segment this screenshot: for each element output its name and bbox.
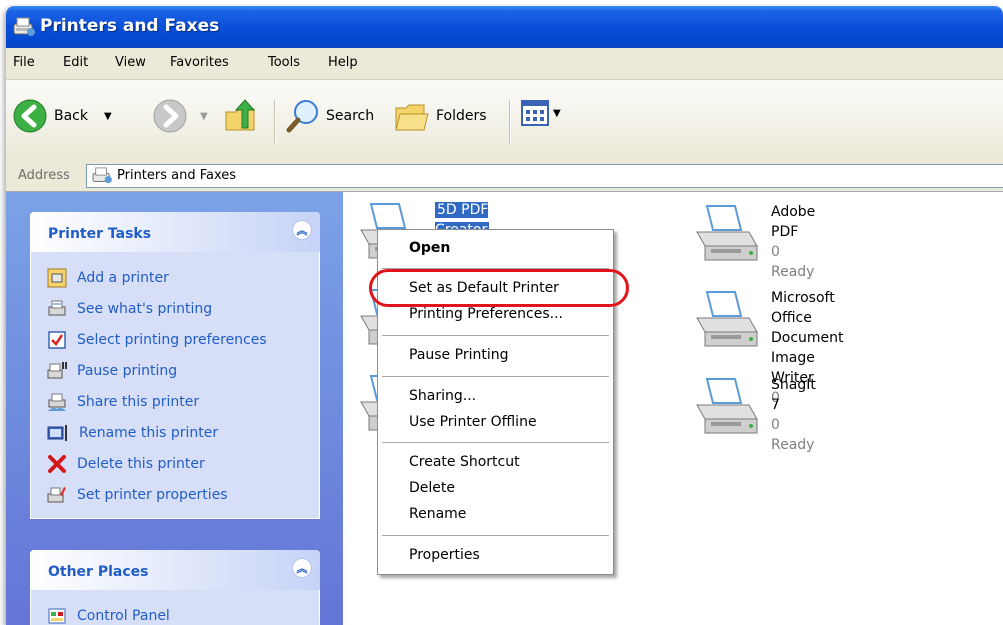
menu-printing-preferences[interactable]: Printing Preferences... bbox=[409, 306, 563, 322]
place-label: Control Panel bbox=[77, 607, 170, 624]
place-control-panel[interactable]: Control Panel bbox=[31, 600, 319, 625]
printer-status: Ready bbox=[771, 437, 815, 453]
printer-icon bbox=[696, 378, 758, 434]
back-arrow-icon bbox=[13, 99, 47, 133]
back-dropdown-icon[interactable]: ▼ bbox=[104, 111, 112, 122]
forward-dropdown-icon[interactable]: ▼ bbox=[200, 111, 208, 122]
printer-tasks-header[interactable]: Printer Tasks ︽ bbox=[30, 212, 320, 252]
task-label: Select printing preferences bbox=[77, 331, 267, 348]
printer-icon bbox=[696, 291, 758, 347]
folders-label: Folders bbox=[436, 108, 487, 124]
other-places-title: Other Places bbox=[48, 564, 149, 580]
menu-separator bbox=[382, 442, 609, 443]
task-label: Add a printer bbox=[77, 269, 169, 286]
highlight-annotation-ring bbox=[369, 269, 629, 307]
views-icon bbox=[521, 100, 549, 126]
back-button[interactable]: Back ▼ bbox=[12, 98, 112, 134]
other-places-panel: Other Places ︽ Control Panel bbox=[30, 550, 320, 625]
other-places-list: Control Panel bbox=[30, 590, 320, 625]
printer-tasks-panel: Printer Tasks ︽ Add a printer See what's… bbox=[30, 212, 320, 519]
collapse-chevron-icon[interactable]: ︽ bbox=[292, 220, 312, 240]
menu-favorites[interactable]: Favorites bbox=[170, 55, 229, 70]
menu-separator bbox=[382, 335, 609, 336]
task-delete-printer[interactable]: Delete this printer bbox=[31, 448, 319, 479]
menu-create-shortcut[interactable]: Create Shortcut bbox=[409, 454, 520, 470]
printer-jobs: 0 bbox=[771, 244, 780, 260]
menu-pause-printing[interactable]: Pause Printing bbox=[409, 347, 508, 363]
task-label: Set printer properties bbox=[77, 486, 228, 503]
menu-delete[interactable]: Delete bbox=[409, 480, 455, 496]
printer-properties-icon bbox=[47, 486, 66, 502]
folders-icon bbox=[395, 104, 429, 131]
delete-x-icon bbox=[48, 454, 66, 473]
printer-status: Ready bbox=[771, 264, 815, 280]
share-printer-icon bbox=[48, 393, 66, 411]
back-label: Back bbox=[54, 108, 88, 124]
print-queue-icon bbox=[48, 300, 66, 315]
collapse-chevron-icon[interactable]: ︽ bbox=[292, 558, 312, 578]
forward-arrow-icon bbox=[153, 99, 187, 133]
pause-printer-icon bbox=[47, 361, 67, 378]
address-field[interactable]: Printers and Faxes bbox=[86, 164, 1003, 188]
menu-file[interactable]: File bbox=[13, 55, 35, 70]
toolbar-separator-2 bbox=[509, 100, 511, 144]
task-rename-printer[interactable]: Rename this printer bbox=[31, 417, 319, 448]
control-panel-icon bbox=[48, 608, 66, 623]
printer-jobs: 0 bbox=[771, 417, 780, 433]
address-label: Address bbox=[18, 168, 70, 183]
task-label: Delete this printer bbox=[77, 455, 205, 472]
printer-icon bbox=[696, 205, 758, 261]
task-label: Rename this printer bbox=[79, 424, 219, 441]
task-select-preferences[interactable]: Select printing preferences bbox=[31, 324, 319, 355]
title-bar[interactable]: Printers and Faxes bbox=[6, 6, 1003, 48]
other-places-header[interactable]: Other Places ︽ bbox=[30, 550, 320, 590]
menu-tools[interactable]: Tools bbox=[268, 55, 300, 70]
menu-bar: File Edit View Favorites Tools Help bbox=[6, 48, 1003, 80]
menu-edit[interactable]: Edit bbox=[63, 55, 88, 70]
up-folder-icon bbox=[225, 99, 256, 131]
views-dropdown-icon[interactable]: ▼ bbox=[553, 108, 561, 119]
task-pause-printing[interactable]: Pause printing bbox=[31, 355, 319, 386]
toolbar: Back ▼ ▼ Search Folders ▼ bbox=[6, 80, 1003, 163]
preferences-checkbox-icon bbox=[48, 330, 66, 349]
toolbar-separator bbox=[274, 100, 276, 144]
rename-icon bbox=[47, 424, 67, 441]
menu-rename[interactable]: Rename bbox=[409, 506, 466, 522]
task-add-printer[interactable]: Add a printer bbox=[31, 262, 319, 293]
printer-name: Microsoft Office Document bbox=[771, 290, 844, 346]
menu-view[interactable]: View bbox=[115, 55, 146, 70]
printers-folder-icon bbox=[13, 17, 35, 36]
search-icon bbox=[286, 100, 318, 133]
printer-tasks-list: Add a printer See what's printing Select… bbox=[30, 252, 320, 519]
menu-use-printer-offline[interactable]: Use Printer Offline bbox=[409, 414, 537, 430]
menu-help[interactable]: Help bbox=[328, 55, 358, 70]
menu-separator bbox=[382, 535, 609, 536]
printer-tasks-title: Printer Tasks bbox=[48, 226, 152, 242]
task-share-printer[interactable]: Share this printer bbox=[31, 386, 319, 417]
up-folder-button[interactable] bbox=[224, 98, 258, 134]
address-bar: Address Printers and Faxes bbox=[6, 162, 1003, 192]
menu-properties[interactable]: Properties bbox=[409, 547, 480, 563]
printer-name: Adobe PDF bbox=[771, 204, 816, 240]
forward-button[interactable]: ▼ bbox=[152, 98, 208, 134]
add-printer-icon bbox=[47, 268, 67, 287]
window-title: Printers and Faxes bbox=[40, 16, 220, 36]
printer-name: SnagIt 7 bbox=[771, 377, 816, 413]
task-label: See what's printing bbox=[77, 300, 213, 317]
menu-open[interactable]: Open bbox=[409, 240, 450, 256]
address-value: Printers and Faxes bbox=[117, 168, 237, 183]
views-button[interactable]: ▼ bbox=[520, 98, 561, 128]
menu-separator bbox=[382, 376, 609, 377]
task-label: Pause printing bbox=[77, 362, 178, 379]
menu-sharing[interactable]: Sharing... bbox=[409, 388, 476, 404]
task-pane: Printer Tasks ︽ Add a printer See what's… bbox=[6, 192, 343, 625]
task-see-printing[interactable]: See what's printing bbox=[31, 293, 319, 324]
folders-button[interactable]: Folders bbox=[394, 98, 487, 134]
search-label: Search bbox=[326, 108, 375, 124]
search-button[interactable]: Search bbox=[286, 98, 374, 134]
printer-folder-icon bbox=[92, 167, 112, 184]
task-printer-properties[interactable]: Set printer properties bbox=[31, 479, 319, 510]
task-label: Share this printer bbox=[77, 393, 200, 410]
